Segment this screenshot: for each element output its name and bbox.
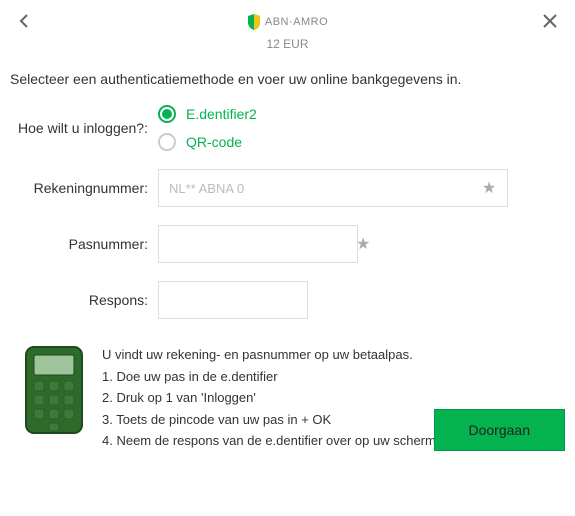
radio-button-icon (158, 105, 176, 123)
radio-button-icon (158, 133, 176, 151)
response-input[interactable] (159, 282, 356, 318)
amount-label: 12 EUR (10, 37, 565, 51)
instruction-step: 1. Doe uw pas in de e.dentifier (102, 367, 436, 387)
card-number-field: ★ (158, 225, 358, 263)
page-instruction: Selecteer een authenticatiemethode en vo… (10, 71, 565, 87)
header: ABN·AMRO 12 EUR (10, 10, 565, 63)
radio-label: E.dentifier2 (186, 106, 257, 122)
close-button[interactable] (543, 12, 557, 32)
instruction-step: 2. Druk op 1 van 'Inloggen' (102, 388, 436, 408)
card-number-label: Pasnummer: (10, 236, 158, 252)
radio-label: QR-code (186, 134, 242, 150)
account-number-label: Rekeningnummer: (10, 180, 158, 196)
bank-badge: ABN·AMRO (247, 14, 328, 30)
account-prefix: NL** ABNA 0 (159, 170, 254, 206)
account-number-input[interactable] (254, 170, 471, 206)
instructions-intro: U vindt uw rekening- en pasnummer op uw … (102, 345, 436, 365)
login-method-radio-group: E.dentifier2 QR-code (158, 105, 565, 151)
favorite-button[interactable]: ★ (356, 226, 370, 262)
response-label: Respons: (10, 292, 158, 308)
account-number-field: NL** ABNA 0 ★ (158, 169, 508, 207)
instruction-step: 3. Toets de pincode van uw pas in + OK (102, 410, 436, 430)
radio-qrcode[interactable]: QR-code (158, 133, 565, 151)
login-method-label: Hoe wilt u inloggen?: (10, 120, 158, 136)
favorite-button[interactable]: ★ (471, 170, 507, 206)
chevron-left-icon (18, 14, 30, 28)
close-icon (543, 14, 557, 28)
back-button[interactable] (18, 12, 30, 33)
radio-edentifier2[interactable]: E.dentifier2 (158, 105, 565, 123)
continue-button[interactable]: Doorgaan (434, 409, 566, 451)
shield-icon (247, 14, 261, 30)
instructions-text: U vindt uw rekening- en pasnummer op uw … (102, 345, 436, 453)
response-field (158, 281, 308, 319)
card-number-input[interactable] (159, 226, 356, 262)
edentifier-device-illustration (24, 345, 84, 453)
bank-name: ABN·AMRO (265, 16, 328, 28)
star-icon: ★ (356, 234, 370, 254)
star-icon: ★ (482, 178, 496, 198)
instruction-step: 4. Neem de respons van de e.dentifier ov… (102, 431, 436, 451)
